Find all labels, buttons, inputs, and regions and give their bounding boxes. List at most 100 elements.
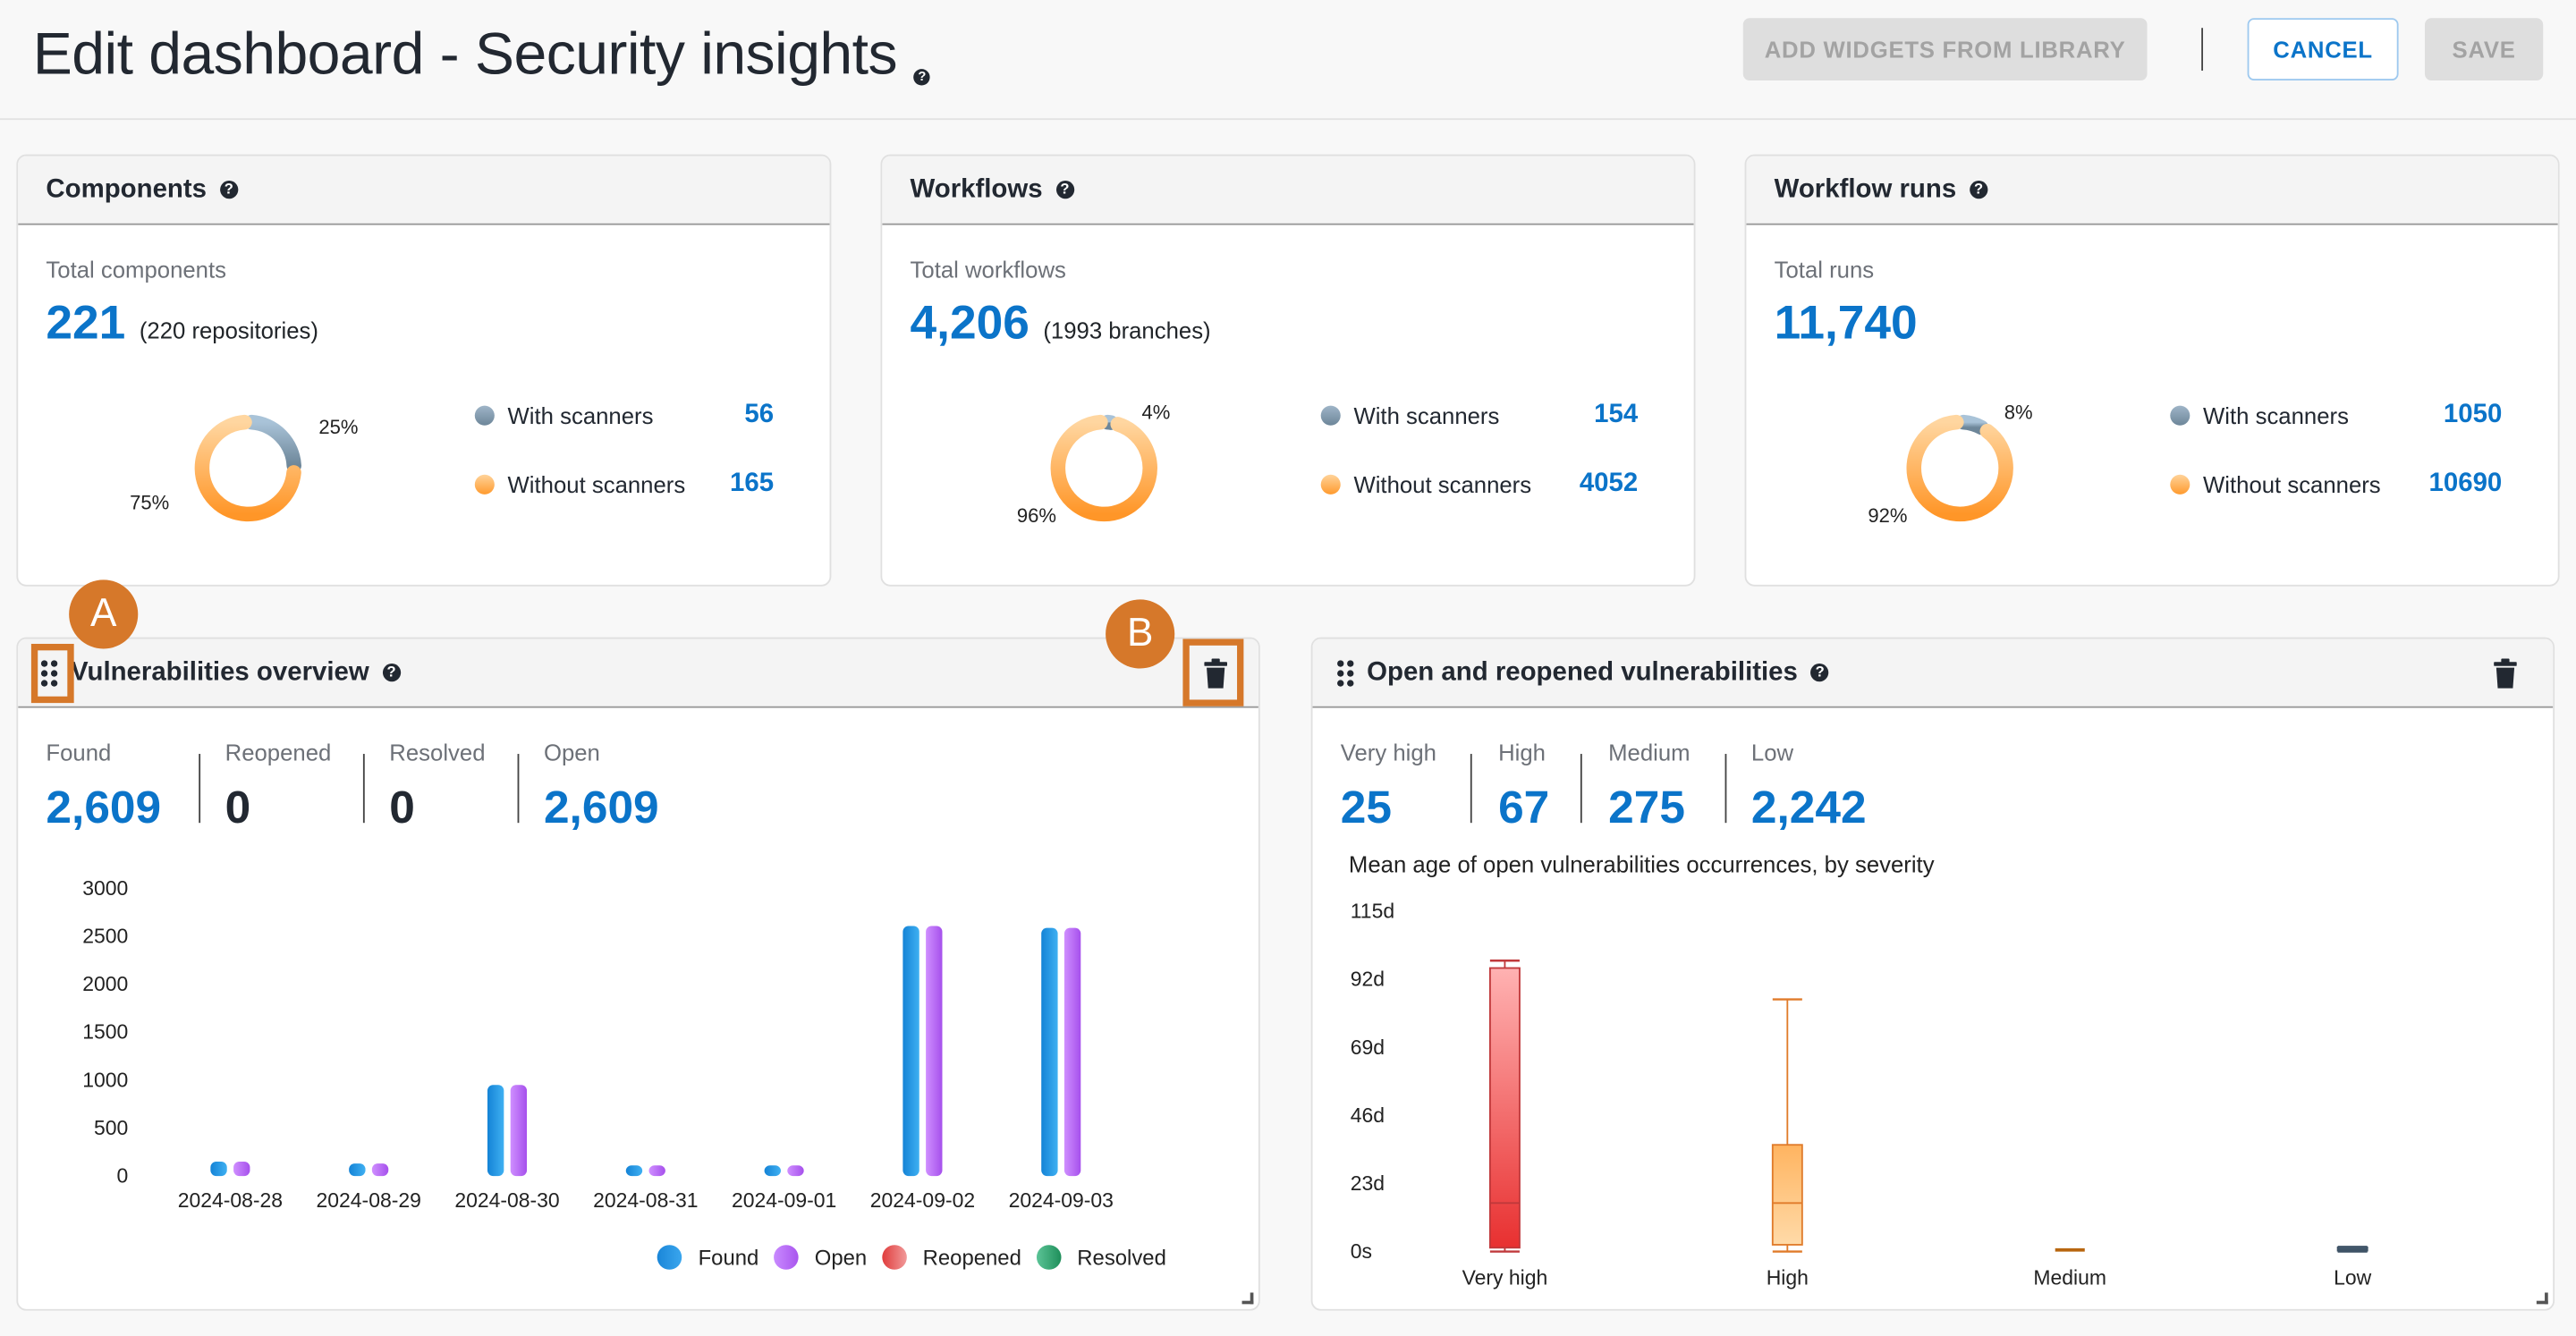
resize-handle-icon[interactable]	[2536, 1292, 2548, 1305]
x-tick-label: Medium	[2033, 1265, 2106, 1289]
donut-slice-without-scanners[interactable]	[1050, 414, 1157, 522]
legend-label: Without scanners	[1353, 471, 1532, 498]
help-icon[interactable]: ?	[913, 69, 930, 86]
cancel-button[interactable]: CANCEL	[2247, 18, 2399, 80]
annotation-b-marker: B	[1106, 599, 1175, 669]
without-scanners-value[interactable]: 4052	[1580, 469, 1638, 499]
without-scanners-value[interactable]: 10690	[2429, 469, 2503, 499]
y-tick-label: 23d	[1351, 1171, 1385, 1195]
bar-found[interactable]	[210, 1162, 227, 1177]
legend-label-resolved: Resolved	[1077, 1245, 1166, 1270]
card-title-text: Workflows	[910, 174, 1043, 203]
bar-found[interactable]	[1041, 927, 1058, 1177]
y-tick-label: 0s	[1351, 1239, 1372, 1263]
add-widgets-button[interactable]: ADD WIDGETS FROM LIBRARY	[1742, 18, 2148, 80]
x-tick-label: 2024-08-30	[454, 1188, 559, 1212]
bar-found[interactable]	[487, 1085, 504, 1177]
bar-open[interactable]	[926, 926, 943, 1177]
card-title: Components?	[18, 156, 830, 225]
x-tick-label: 2024-08-31	[593, 1188, 698, 1212]
card-title-text: Workflow runs	[1774, 174, 1957, 203]
bar-open[interactable]	[787, 1165, 804, 1177]
x-tick-label: 2024-08-28	[178, 1188, 283, 1212]
donut-chart	[1050, 414, 1157, 522]
bar-open[interactable]	[510, 1085, 528, 1177]
legend-dot	[1320, 474, 1341, 495]
bar-found[interactable]	[764, 1165, 781, 1177]
total-value: 11,740	[1774, 297, 1918, 351]
donut-slice-with-scanners[interactable]	[1955, 414, 1989, 435]
without-scanners-value[interactable]: 165	[730, 469, 774, 499]
donut-slice-with-scanners[interactable]	[243, 414, 301, 473]
total-value: 221	[46, 297, 126, 351]
box-low[interactable]	[2336, 1246, 2368, 1253]
header-divider	[2201, 28, 2204, 71]
legend-dot	[2170, 474, 2190, 495]
bar-found[interactable]	[902, 926, 919, 1177]
box-high[interactable]	[1771, 998, 1803, 1253]
without-pct-label: 92%	[1868, 503, 1908, 528]
x-tick-label: Very high	[1462, 1265, 1548, 1289]
box-very-high[interactable]	[1488, 960, 1521, 1253]
page-header: Edit dashboard - Security insights? ADD …	[0, 0, 2576, 121]
x-tick-label: 2024-09-02	[870, 1188, 975, 1212]
legend-dot-found	[657, 1245, 682, 1270]
legend-dot	[1320, 405, 1341, 426]
legend-label: Without scanners	[507, 471, 686, 498]
total-row: 4,206 (1993 branches)	[911, 297, 1211, 351]
with-scanners-value[interactable]: 56	[744, 401, 774, 430]
legend-with-scanners: With scanners	[474, 402, 653, 428]
donut-slice-without-scanners[interactable]	[1906, 414, 2013, 522]
bar-open[interactable]	[648, 1165, 665, 1177]
with-pct-label: 25%	[318, 415, 359, 439]
x-tick-label: 2024-09-01	[732, 1188, 836, 1212]
help-icon[interactable]: ?	[1055, 181, 1074, 199]
total-label: Total components	[46, 256, 226, 283]
without-pct-label: 96%	[1016, 503, 1057, 528]
resize-handle-icon[interactable]	[1241, 1292, 1254, 1305]
legend-label: With scanners	[2203, 402, 2349, 429]
y-tick-label: 69d	[1351, 1036, 1385, 1059]
y-tick-label: 46d	[1351, 1103, 1385, 1127]
legend-dot-open	[773, 1245, 799, 1270]
x-tick-label: Low	[2334, 1265, 2372, 1289]
legend-dot-reopened	[881, 1245, 907, 1270]
card-title: Workflows?	[882, 156, 1694, 225]
with-pct-label: 8%	[2004, 401, 2033, 424]
workflows-card: Workflows? Total workflows 4,206 (1993 b…	[880, 154, 1696, 587]
bar-found[interactable]	[349, 1163, 366, 1177]
legend-label-found: Found	[698, 1245, 759, 1270]
card-title: Workflow runs?	[1746, 156, 2558, 225]
with-scanners-value[interactable]: 1050	[2444, 401, 2502, 430]
y-tick-label: 500	[94, 1116, 128, 1139]
y-tick-label: 92d	[1351, 968, 1385, 991]
open-reopened-card: Open and reopened vulnerabilities? Very …	[1310, 637, 2555, 1311]
legend-without-scanners: Without scanners	[474, 471, 686, 498]
components-card: Components? Total components 221 (220 re…	[16, 154, 832, 587]
y-tick-label: 1000	[82, 1068, 128, 1091]
total-label: Total workflows	[910, 256, 1066, 283]
y-tick-label: 2000	[82, 972, 128, 995]
annotation-b-highlight	[1182, 638, 1244, 706]
with-pct-label: 4%	[1141, 401, 1171, 424]
legend-dot	[2170, 405, 2190, 426]
total-row: 221 (220 repositories)	[46, 297, 318, 351]
legend-with-scanners: With scanners	[2170, 402, 2349, 428]
x-tick-label: 2024-08-29	[317, 1188, 421, 1212]
legend-label: Without scanners	[2203, 471, 2381, 498]
workflow-runs-card: Workflow runs? Total runs 11,740 8% 92% …	[1744, 154, 2560, 587]
annotation-a-highlight	[30, 643, 74, 704]
bar-chart-legend: Found Open Reopened Resolved	[642, 1245, 1166, 1270]
mean-age-box-chart: 0s 23d 46d 69d 92d 115d Very high High Medium Low	[1351, 900, 2372, 1289]
y-tick-label: 2500	[82, 925, 128, 948]
help-icon[interactable]: ?	[219, 181, 238, 199]
help-icon[interactable]: ?	[1969, 181, 1988, 199]
legend-dot	[474, 474, 495, 495]
bar-open[interactable]	[233, 1162, 250, 1177]
bar-open[interactable]	[1063, 927, 1081, 1177]
save-button[interactable]: SAVE	[2424, 18, 2544, 80]
bar-open[interactable]	[371, 1163, 389, 1177]
with-scanners-value[interactable]: 154	[1594, 401, 1638, 430]
total-suffix: (1993 branches)	[1043, 317, 1211, 343]
bar-found[interactable]	[625, 1165, 643, 1177]
